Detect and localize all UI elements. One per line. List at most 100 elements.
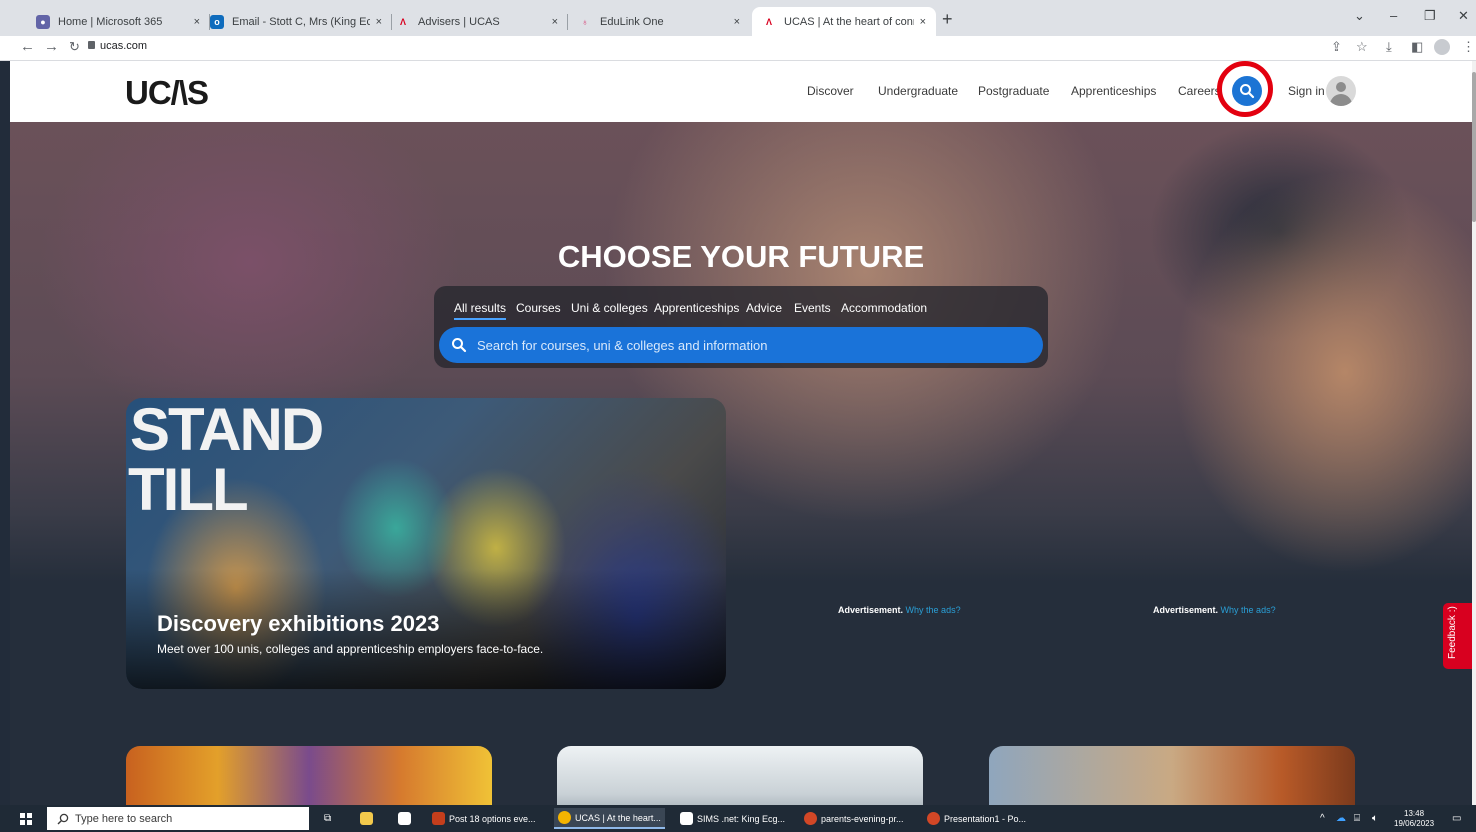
taskbar-item[interactable]: SIMS .net: King Ecg...	[680, 808, 785, 829]
bookmark-star-icon[interactable]: ☆	[1356, 39, 1368, 55]
volume-icon[interactable]: 🔈︎	[1372, 813, 1378, 824]
share-icon[interactable]: ⇪	[1331, 39, 1342, 55]
sims-icon[interactable]	[398, 808, 415, 829]
ucas-logo[interactable]: UC/\S	[125, 74, 209, 112]
powerpoint-icon	[432, 812, 445, 825]
clock-date: 19/06/2023	[1394, 819, 1435, 828]
lock-icon	[88, 41, 95, 49]
search-icon	[57, 813, 69, 824]
powerpoint-icon	[927, 812, 940, 825]
onedrive-icon[interactable]: ☁	[1336, 813, 1346, 824]
advertisement-slot: Advertisement. Why the ads?	[838, 605, 961, 615]
taskbar-item[interactable]: parents-evening-pr...	[804, 808, 904, 829]
sign-in-link[interactable]: Sign in	[1288, 84, 1325, 98]
card-image-text: TILL	[128, 456, 249, 523]
tab-title: EduLink One	[600, 15, 664, 28]
taskbar-item[interactable]: Post 18 options eve...	[432, 808, 536, 829]
folder-icon	[360, 812, 373, 825]
nav-postgraduate[interactable]: Postgraduate	[978, 84, 1049, 98]
why-the-ads-link[interactable]: Why the ads?	[906, 605, 961, 615]
browser-tab[interactable]: Λ Advisers | UCAS ×	[386, 7, 568, 36]
browser-tab[interactable]: ● Home | Microsoft 365 ×	[26, 7, 210, 36]
hero-search-input[interactable]	[475, 336, 1019, 354]
profile-icon[interactable]	[1434, 39, 1450, 55]
taskbar-item[interactable]: Presentation1 - Po...	[927, 808, 1026, 829]
tray-chevron-icon[interactable]: ^	[1320, 813, 1325, 824]
menu-kebab-icon[interactable]: ⋮	[1462, 39, 1475, 55]
file-explorer-icon[interactable]	[360, 808, 377, 829]
scrollbar-thumb[interactable]	[1472, 72, 1476, 222]
card-image-text: STAND	[130, 398, 324, 463]
taskbar-item-active[interactable]: UCAS | At the heart...	[554, 808, 665, 829]
avatar-body	[1330, 94, 1352, 106]
search-tab-all-results[interactable]: All results	[454, 301, 507, 320]
close-tab-icon[interactable]: ×	[734, 16, 740, 28]
browser-tab-active[interactable]: Λ UCAS | At the heart of connecting ×	[752, 7, 936, 36]
close-tab-icon[interactable]: ×	[920, 16, 926, 28]
search-tab-events[interactable]: Events	[794, 301, 831, 315]
windows-start-icon[interactable]	[20, 813, 32, 825]
feedback-tab[interactable]: Feedback :)	[1443, 603, 1472, 669]
search-tab-uni-colleges[interactable]: Uni & colleges	[571, 301, 648, 315]
network-icon[interactable]: ⌸	[1354, 813, 1360, 824]
close-window-icon[interactable]: ✕	[1458, 8, 1469, 24]
taskbar-search-box[interactable]: Type here to search	[47, 807, 309, 830]
microsoft365-icon: ●	[36, 14, 50, 29]
nav-careers[interactable]: Careers	[1178, 84, 1221, 98]
side-panel-icon[interactable]: ◧	[1411, 39, 1423, 55]
minimize-icon[interactable]: –	[1390, 8, 1397, 23]
ad-label: Advertisement.	[838, 605, 904, 615]
why-the-ads-link[interactable]: Why the ads?	[1221, 605, 1276, 615]
browser-toolbar: ← → ↻ ucas.com ⇪ ☆ ⤓ ◧ ⋮	[0, 36, 1476, 61]
feedback-label: Feedback :)	[1447, 606, 1458, 659]
ucas-icon: Λ	[765, 16, 772, 27]
tab-title: Advisers | UCAS	[418, 15, 500, 28]
reload-icon[interactable]: ↻	[69, 39, 80, 55]
browser-tab[interactable]: o Email - Stott C, Mrs (King Ecgbert ×	[200, 7, 392, 36]
nav-undergraduate[interactable]: Undergraduate	[878, 84, 958, 98]
content-card-image[interactable]	[989, 746, 1355, 805]
user-avatar-icon[interactable]	[1326, 76, 1356, 106]
taskbar-clock[interactable]: 13:48 19/06/2023	[1394, 809, 1434, 829]
nav-apprenticeships[interactable]: Apprenticeships	[1071, 84, 1156, 98]
taskbar-search-placeholder: Type here to search	[75, 812, 173, 825]
download-icon[interactable]: ⤓	[1386, 39, 1392, 55]
browser-tab-strip: ● Home | Microsoft 365 × o Email - Stott…	[0, 0, 1476, 36]
close-tab-icon[interactable]: ×	[376, 16, 382, 28]
outlook-icon: o	[210, 14, 224, 29]
back-icon[interactable]: ←	[20, 38, 35, 55]
tab-title: Email - Stott C, Mrs (King Ecgbert	[232, 15, 370, 28]
discovery-exhibitions-card[interactable]: STAND TILL Discovery exhibitions 2023 Me…	[126, 398, 726, 689]
task-view-icon[interactable]: ⧉	[324, 813, 331, 824]
advertisement-slot: Advertisement. Why the ads?	[1153, 605, 1276, 615]
edulink-icon: ♁	[581, 16, 589, 27]
tab-search-icon[interactable]: ⌄	[1354, 8, 1365, 24]
chrome-icon	[558, 811, 571, 824]
ad-label: Advertisement.	[1153, 605, 1219, 615]
search-tab-apprenticeships[interactable]: Apprenticeships	[654, 301, 739, 315]
content-card-image[interactable]	[126, 746, 492, 805]
search-tab-courses[interactable]: Courses	[516, 301, 561, 315]
page-viewport: UC/\S Discover Undergraduate Postgraduat…	[10, 61, 1472, 805]
search-tab-accommodation[interactable]: Accommodation	[841, 301, 927, 315]
address-bar[interactable]: ucas.com	[100, 40, 147, 52]
hero-headline: CHOOSE YOUR FUTURE	[557, 239, 925, 274]
content-card-image[interactable]	[557, 746, 923, 805]
site-header: UC/\S Discover Undergraduate Postgraduat…	[10, 61, 1472, 122]
restore-icon[interactable]: ❐	[1424, 8, 1436, 24]
hero-search-field[interactable]	[439, 327, 1043, 363]
forward-icon[interactable]: →	[44, 38, 59, 55]
windows-taskbar: Type here to search ⧉ Post 18 options ev…	[0, 805, 1476, 832]
search-tab-advice[interactable]: Advice	[746, 301, 782, 315]
close-tab-icon[interactable]: ×	[552, 16, 558, 28]
tab-title: UCAS | At the heart of connecting	[784, 15, 914, 28]
clock-time: 13:48	[1404, 809, 1425, 818]
browser-tab[interactable]: ♁ EduLink One ×	[568, 7, 750, 36]
notifications-icon[interactable]: ▭	[1452, 813, 1461, 824]
hero-search-panel: All results Courses Uni & colleges Appre…	[434, 286, 1048, 368]
nav-discover[interactable]: Discover	[807, 84, 854, 98]
card-subtitle: Meet over 100 unis, colleges and apprent…	[157, 642, 544, 656]
powerpoint-icon	[804, 812, 817, 825]
new-tab-button[interactable]: +	[942, 9, 953, 30]
sims-logo-icon	[398, 812, 411, 825]
